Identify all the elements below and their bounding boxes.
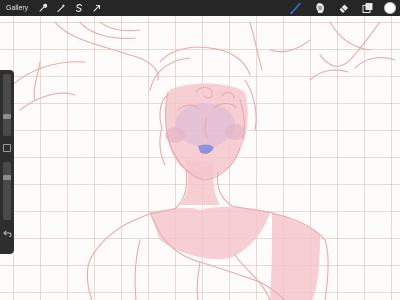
brush-icon[interactable] xyxy=(289,1,303,15)
sidebar-panel xyxy=(0,70,14,254)
brush-size-slider[interactable] xyxy=(3,74,11,136)
undo-button[interactable] xyxy=(2,228,12,238)
top-toolbar: Gallery xyxy=(0,0,400,16)
brush-opacity-thumb[interactable] xyxy=(3,175,11,180)
layers-icon[interactable] xyxy=(361,1,375,15)
brush-size-thumb[interactable] xyxy=(3,114,11,119)
magic-wand-icon[interactable] xyxy=(55,2,67,14)
undo-icon xyxy=(2,230,12,237)
smudge-icon[interactable] xyxy=(313,1,327,15)
sketch-artwork xyxy=(11,21,396,300)
tool-group xyxy=(284,0,396,16)
transform-arrow-icon[interactable] xyxy=(91,2,103,14)
wrench-icon[interactable] xyxy=(37,2,49,14)
color-swatch[interactable] xyxy=(384,2,396,14)
brush-opacity-slider[interactable] xyxy=(3,162,11,220)
selection-icon[interactable] xyxy=(73,2,85,14)
eraser-icon[interactable] xyxy=(337,1,351,15)
gallery-button[interactable]: Gallery xyxy=(6,5,28,12)
drawing-canvas[interactable] xyxy=(0,0,400,300)
modify-button[interactable] xyxy=(3,144,11,152)
